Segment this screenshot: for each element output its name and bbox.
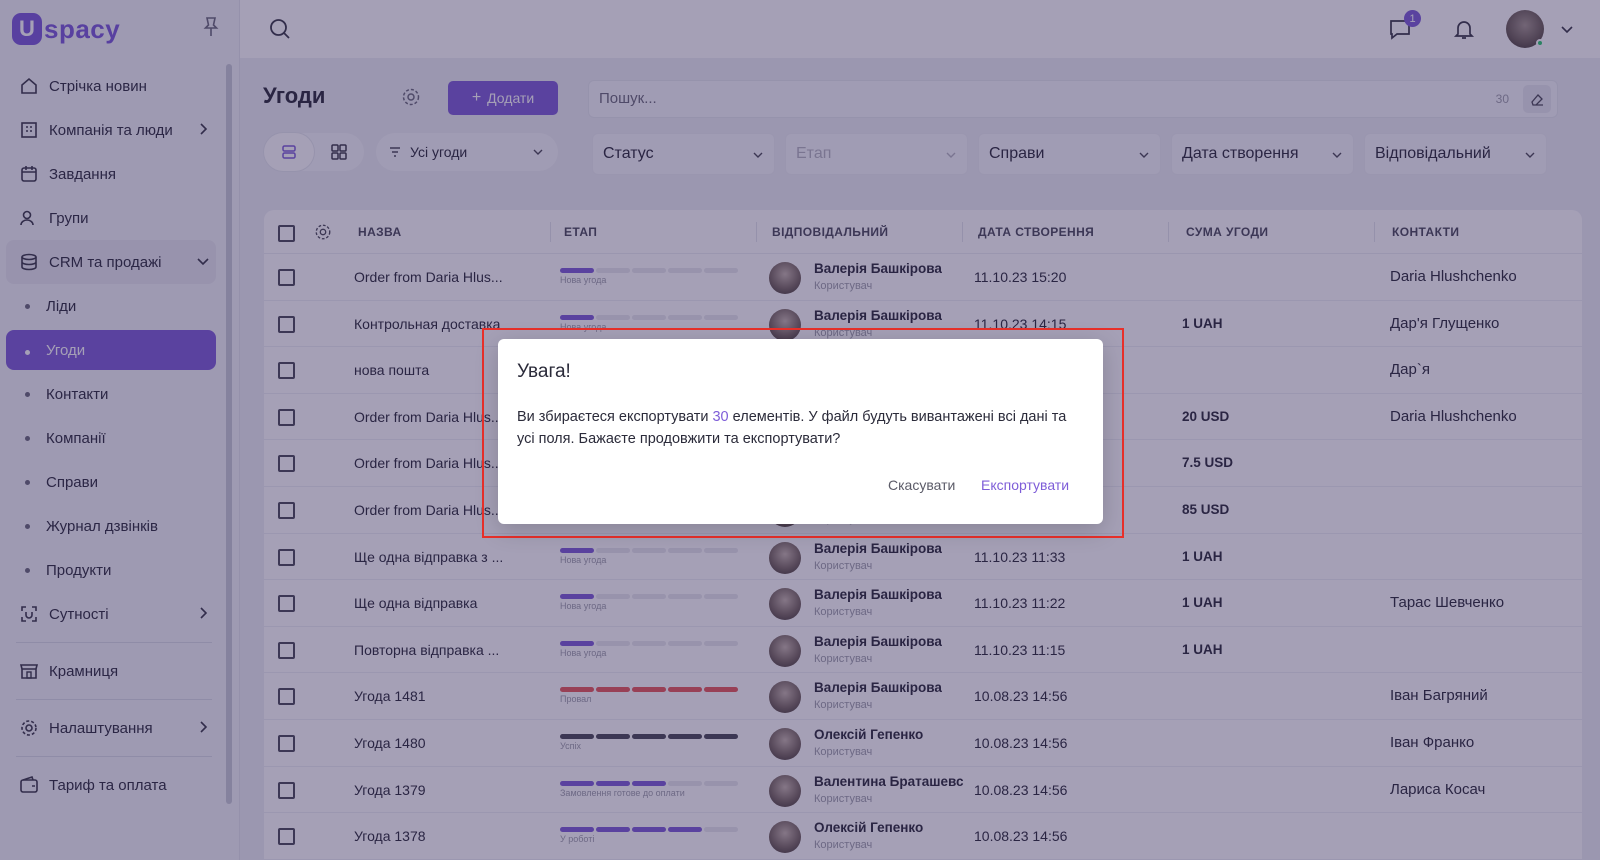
export-button[interactable]: Експортувати	[981, 477, 1069, 493]
dialog-title: Увага!	[517, 361, 571, 382]
dialog-message: Ви збираєтеся експортувати 30 елементів.…	[517, 406, 1087, 450]
export-count: 30	[712, 409, 729, 425]
dialog-text-start: Ви збираєтеся експортувати	[517, 409, 713, 425]
cancel-button[interactable]: Скасувати	[888, 477, 955, 493]
export-confirm-dialog: Увага! Ви збираєтеся експортувати 30 еле…	[498, 339, 1103, 524]
